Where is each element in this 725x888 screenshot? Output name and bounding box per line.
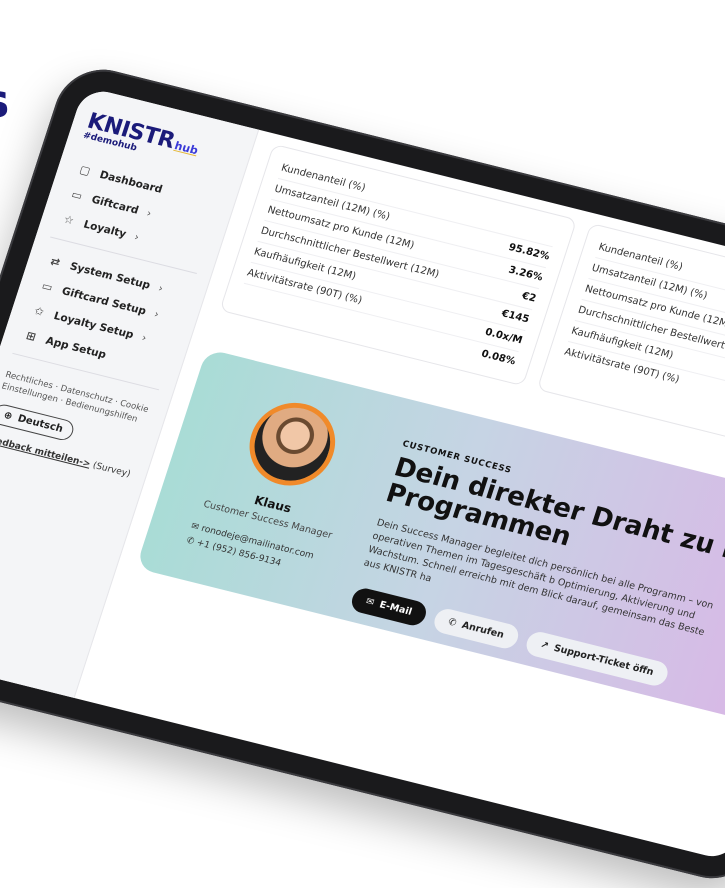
brand-hub: hub bbox=[172, 139, 200, 158]
feedback-link[interactable]: Feedback mitteilen-> bbox=[0, 433, 92, 469]
kpi-value: 0.0x/M bbox=[483, 326, 524, 347]
kpi-value: 3.26% bbox=[507, 264, 545, 284]
edge-brand-glyph: J bbox=[0, 0, 3, 28]
feedback-suffix: (Survey) bbox=[88, 459, 132, 480]
globe-icon: ⊕ bbox=[2, 409, 14, 422]
sidebar-item-label: Giftcard Setup bbox=[60, 284, 148, 318]
kpi-card: Kundenanteil (%) Umsatzanteil (12M) (%) 95… bbox=[219, 143, 578, 387]
sidebar-item-label: Loyalty Setup bbox=[52, 309, 136, 341]
kpi-value bbox=[554, 231, 557, 241]
chevron-right-icon: › bbox=[152, 307, 161, 321]
sidebar-item-label: System Setup bbox=[68, 259, 152, 292]
sidebar-item-label: Giftcard bbox=[90, 193, 141, 217]
star-badge-icon: ✩ bbox=[32, 304, 46, 319]
call-button[interactable]: ✆ Anrufen bbox=[431, 606, 522, 651]
mail-icon: ✉ bbox=[364, 595, 376, 609]
external-link-icon: ↗ bbox=[538, 639, 551, 652]
sidebar-item-label: Loyalty bbox=[82, 218, 128, 240]
support-ticket-label: Support-Ticket öffn bbox=[552, 642, 656, 678]
chevron-right-icon: › bbox=[140, 331, 149, 344]
avatar bbox=[238, 394, 347, 495]
nav-setup: ⇄ System Setup › ▭ Giftcard Setup › ✩ Loyalty S… bbox=[17, 253, 192, 376]
calendar-icon: ▢ bbox=[77, 162, 93, 178]
banner-content: CUSTOMER SUCCESS Dein direkter Draht zu … bbox=[335, 425, 725, 688]
email-button-label: E-Mail bbox=[378, 598, 414, 618]
sidebar-item-label: Dashboard bbox=[98, 168, 165, 196]
brand[interactable]: KNISTRhub #demohub bbox=[82, 109, 239, 177]
app-screen: KNISTRhub #demohub ▢ Dashboard ▭ Giftcard › ☆… bbox=[0, 86, 725, 862]
kpi-value: 0.08% bbox=[479, 348, 517, 368]
chevron-right-icon: › bbox=[145, 206, 154, 220]
mail-icon: ✉ bbox=[189, 521, 201, 533]
kpi-card: Kundenanteil (%) Umsatzanteil (12M) (%) Ne… bbox=[536, 222, 725, 466]
tablet-device: KNISTRhub #demohub ▢ Dashboard ▭ Giftcard › ☆… bbox=[0, 60, 725, 888]
sidebar-item-label: App Setup bbox=[44, 334, 108, 361]
email-button[interactable]: ✉ E-Mail bbox=[348, 585, 430, 628]
kpi-label bbox=[239, 288, 242, 298]
star-icon: ☆ bbox=[62, 212, 76, 228]
chevron-right-icon: › bbox=[132, 230, 141, 244]
arrows-icon: ⇄ bbox=[48, 254, 62, 270]
grid-icon: ⊞ bbox=[24, 328, 38, 344]
language-label: Deutsch bbox=[16, 412, 65, 435]
feedback: Feedback mitteilen-> (Survey) bbox=[0, 433, 133, 479]
card-icon: ▭ bbox=[40, 279, 55, 295]
call-button-label: Anrufen bbox=[460, 619, 506, 641]
chevron-right-icon: › bbox=[156, 281, 165, 295]
phone-icon: ✆ bbox=[184, 535, 196, 548]
edge-brand-glyph: s bbox=[0, 78, 9, 124]
kpi-value: €2 bbox=[520, 290, 538, 305]
kpi-value: €145 bbox=[500, 308, 531, 326]
card-icon: ▭ bbox=[69, 187, 85, 203]
phone-icon: ✆ bbox=[446, 616, 458, 629]
